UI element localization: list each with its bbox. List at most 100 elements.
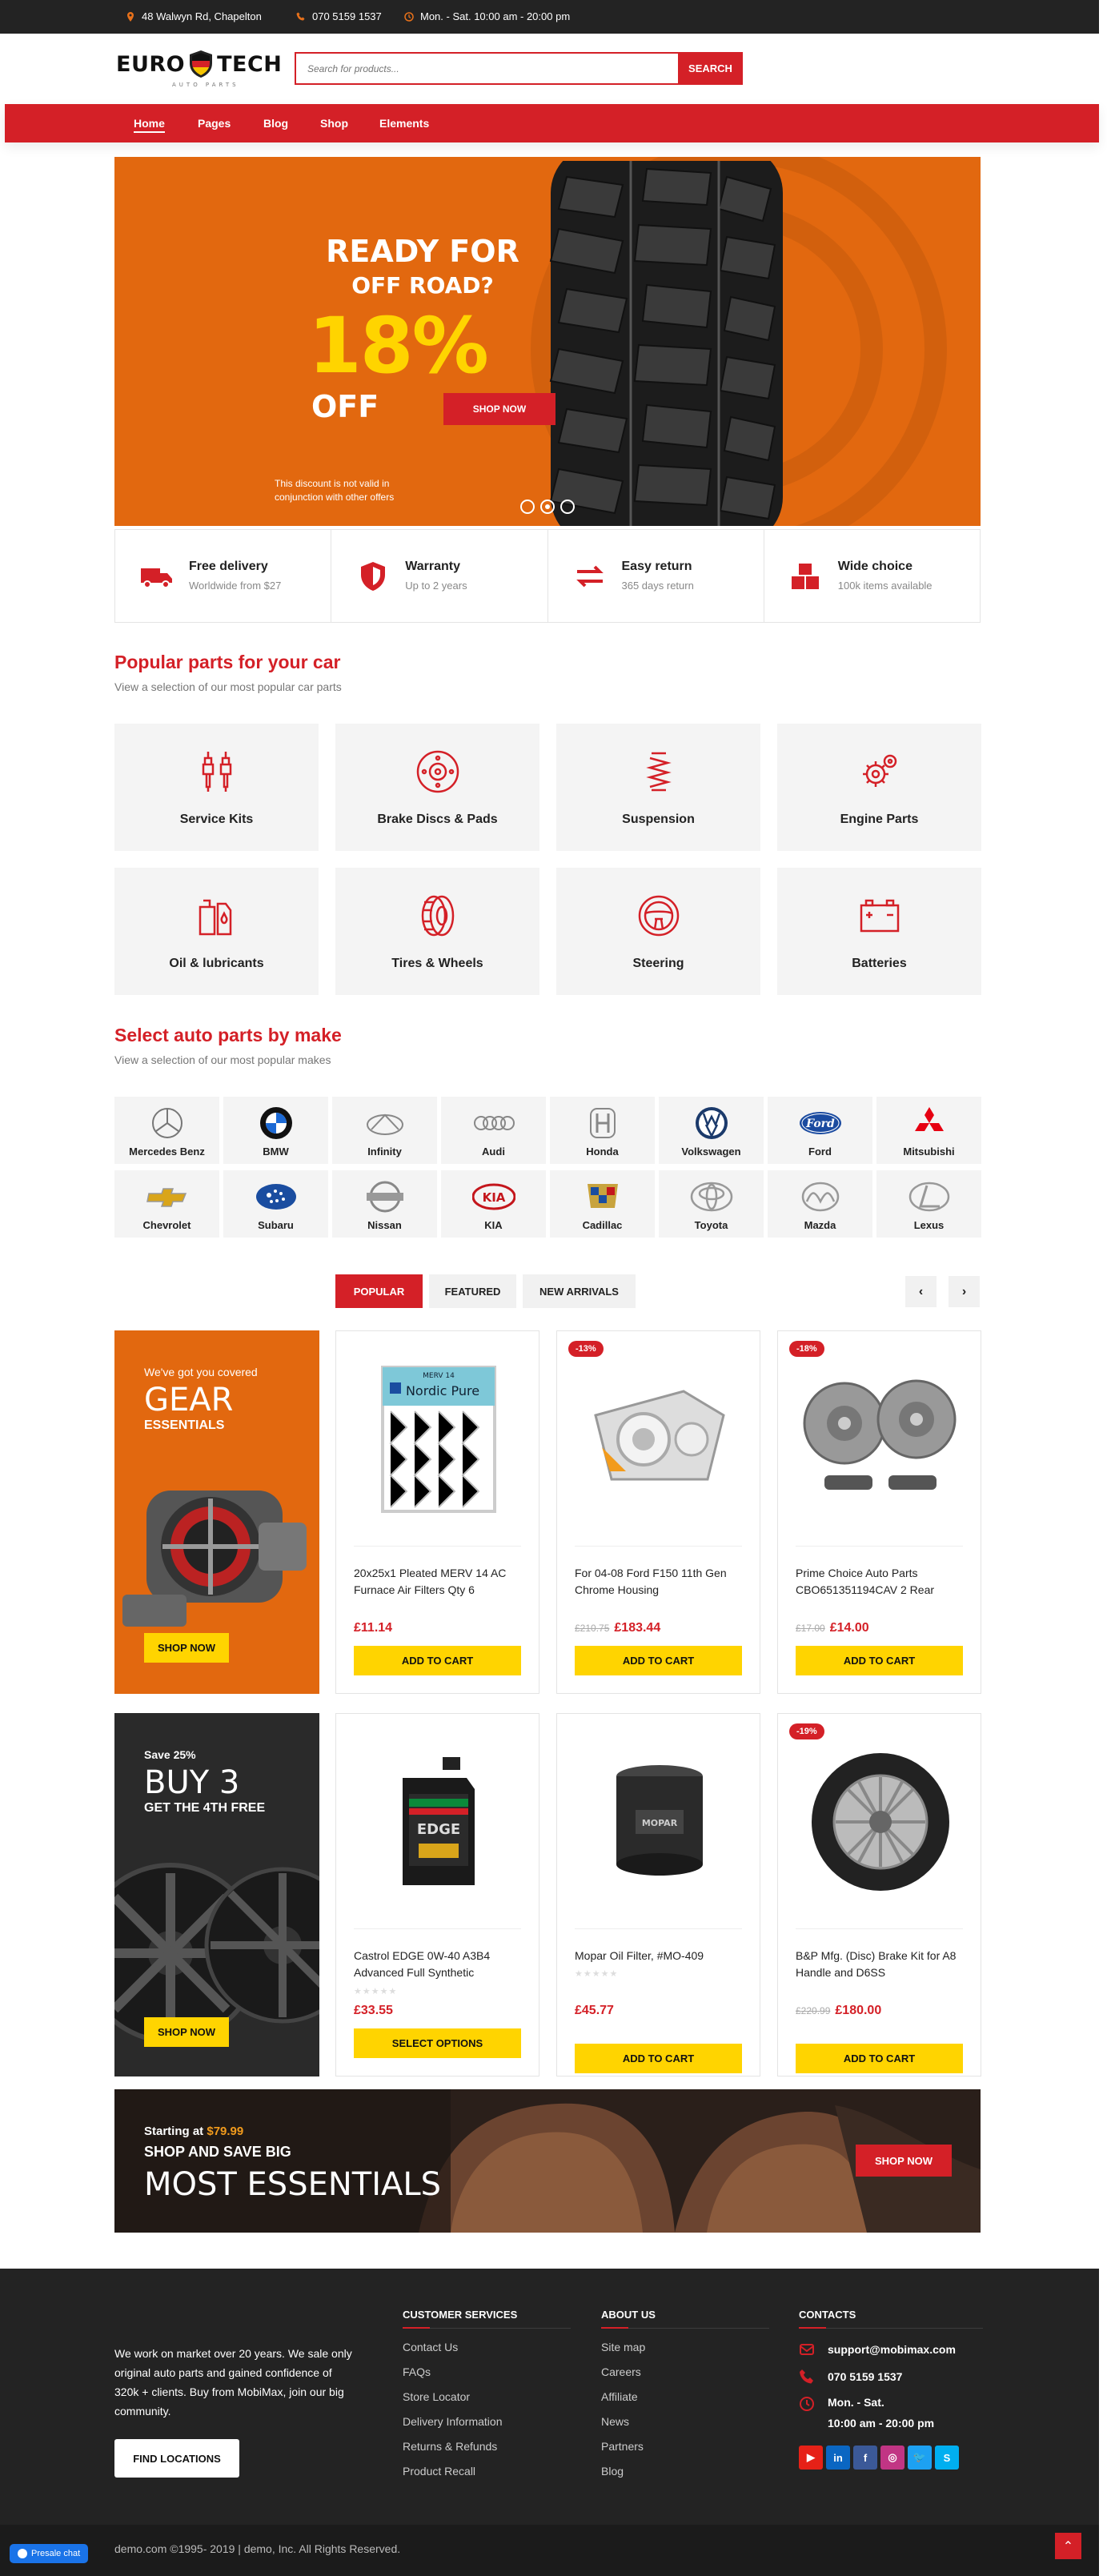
tab-new-arrivals[interactable]: NEW ARRIVALS [523, 1274, 636, 1308]
make-toyota[interactable]: Toyota [659, 1170, 764, 1238]
footer-link-news[interactable]: News [601, 2415, 769, 2428]
footer-link-delivery[interactable]: Delivery Information [403, 2415, 571, 2428]
instagram-icon[interactable]: ◎ [880, 2446, 904, 2470]
nav-item-blog[interactable]: Blog [263, 117, 288, 130]
promo-gear-essentials[interactable]: We've got you covered GEAR ESSENTIALS SH… [114, 1330, 319, 1694]
add-to-cart-button[interactable]: ADD TO CART [796, 2044, 963, 2073]
shield-icon [361, 561, 386, 591]
hero-slider[interactable]: READY FOR OFF ROAD? 18% OFF SHOP NOW Thi… [114, 157, 981, 526]
slider-dot[interactable] [520, 500, 535, 514]
category-tires-wheels[interactable]: Tires & Wheels [335, 868, 539, 995]
skype-icon[interactable]: S [935, 2446, 959, 2470]
nav-item-shop[interactable]: Shop [320, 117, 348, 130]
product-card[interactable]: EDGE Castrol EDGE 0W-40 A3B4 Advanced Fu… [335, 1713, 539, 2076]
footer-link-faqs[interactable]: FAQs [403, 2365, 571, 2378]
footer-link-store-locator[interactable]: Store Locator [403, 2390, 571, 2403]
promo-shop-now-button[interactable]: SHOP NOW [144, 2017, 229, 2047]
nav-item-pages[interactable]: Pages [198, 117, 231, 130]
product-name[interactable]: For 04-08 Ford F150 11th Gen Chrome Hous… [575, 1565, 744, 1599]
essentials-banner[interactable]: Starting at $79.99 SHOP AND SAVE BIG MOS… [114, 2089, 981, 2233]
make-kia[interactable]: KIA KIA [441, 1170, 546, 1238]
product-card[interactable]: -19% B&P Mfg. (Disc) Brake Kit for A8 Ha… [777, 1713, 981, 2076]
make-lexus[interactable]: Lexus [876, 1170, 981, 1238]
footer-link-blog[interactable]: Blog [601, 2465, 769, 2478]
category-batteries[interactable]: Batteries [777, 868, 981, 995]
footer-link-returns[interactable]: Returns & Refunds [403, 2440, 571, 2453]
footer-link-careers[interactable]: Careers [601, 2365, 769, 2378]
category-service-kits[interactable]: Service Kits [114, 724, 319, 851]
twitter-icon[interactable]: 🐦 [908, 2446, 932, 2470]
honda-logo-icon [589, 1108, 616, 1138]
add-to-cart-button[interactable]: ADD TO CART [575, 1646, 742, 1675]
make-mazda[interactable]: Mazda [768, 1170, 872, 1238]
product-name[interactable]: B&P Mfg. (Disc) Brake Kit for A8 Handle … [796, 1948, 965, 1981]
product-name[interactable]: Prime Choice Auto Parts CBO651351194CAV … [796, 1565, 965, 1599]
product-name[interactable]: Mopar Oil Filter, #MO-409 [575, 1948, 744, 1964]
current-price: £180.00 [835, 2004, 882, 2017]
find-locations-button[interactable]: FIND LOCATIONS [114, 2439, 239, 2478]
footer-phone[interactable]: 070 5159 1537 [799, 2369, 983, 2385]
suspension-spring-icon [645, 752, 672, 791]
footer-phone-text: 070 5159 1537 [828, 2370, 903, 2383]
facebook-icon[interactable]: f [853, 2446, 877, 2470]
promo-shop-now-button[interactable]: SHOP NOW [144, 1633, 229, 1663]
category-steering[interactable]: Steering [556, 868, 760, 995]
nav-item-elements[interactable]: Elements [379, 117, 429, 130]
make-chevrolet[interactable]: Chevrolet [114, 1170, 219, 1238]
nav-item-home[interactable]: Home [134, 117, 165, 133]
product-card[interactable]: MERV 14 Nordic Pure 20x25x1 Pleated MERV… [335, 1330, 539, 1694]
add-to-cart-button[interactable]: ADD TO CART [796, 1646, 963, 1675]
site-logo[interactable]: EURO TECH AUTO PARTS [116, 50, 282, 88]
footer-link-product-recall[interactable]: Product Recall [403, 2465, 571, 2478]
add-to-cart-button[interactable]: ADD TO CART [354, 1646, 521, 1675]
make-mercedes-benz[interactable]: Mercedes Benz [114, 1097, 219, 1164]
make-bmw[interactable]: BMW [223, 1097, 328, 1164]
footer-email[interactable]: support@mobimax.com [799, 2341, 983, 2357]
next-arrow-button[interactable]: › [949, 1276, 980, 1307]
product-card[interactable]: -18% Prime Choice Auto Parts CBO65135119… [777, 1330, 981, 1694]
tab-featured[interactable]: FEATURED [429, 1274, 516, 1308]
make-label: Toyota [694, 1219, 728, 1231]
make-volkswagen[interactable]: Volkswagen [659, 1097, 764, 1164]
product-card[interactable]: MOPAR Mopar Oil Filter, #MO-409 ★★★★★ £4… [556, 1713, 760, 2076]
product-name[interactable]: 20x25x1 Pleated MERV 14 AC Furnace Air F… [354, 1565, 523, 1599]
hero-discount: 18% [308, 301, 489, 391]
make-subaru[interactable]: Subaru [223, 1170, 328, 1238]
banner-shop-now-button[interactable]: SHOP NOW [856, 2145, 952, 2177]
make-honda[interactable]: Honda [550, 1097, 655, 1164]
search-input[interactable] [295, 52, 678, 85]
back-to-top-button[interactable]: ⌃ [1055, 2533, 1081, 2559]
category-oil-lubricants[interactable]: Oil & lubricants [114, 868, 319, 995]
slider-dot[interactable] [560, 500, 575, 514]
footer-link-contact-us[interactable]: Contact Us [403, 2341, 571, 2353]
product-card[interactable]: -13% For 04-08 Ford F150 11th Gen Chrome… [556, 1330, 760, 1694]
slider-dot-active[interactable] [540, 500, 555, 514]
phone-text[interactable]: 070 5159 1537 [312, 10, 382, 22]
feature-free-delivery: Free delivery Worldwide from $27 [115, 530, 332, 622]
tab-popular[interactable]: POPULAR [335, 1274, 423, 1308]
linkedin-icon[interactable]: in [826, 2446, 850, 2470]
promo-buy-3[interactable]: Save 25% BUY 3 GET THE 4TH FREE SHOP NOW [114, 1713, 319, 2076]
make-nissan[interactable]: Nissan [332, 1170, 437, 1238]
youtube-icon[interactable]: ▶ [799, 2446, 823, 2470]
make-audi[interactable]: Audi [441, 1097, 546, 1164]
phone-icon [800, 2369, 813, 2384]
hero-shop-now-button[interactable]: SHOP NOW [443, 393, 556, 425]
presale-chat-button[interactable]: Presale chat [10, 2544, 89, 2563]
select-options-button[interactable]: SELECT OPTIONS [354, 2028, 521, 2058]
make-ford[interactable]: Ford Ford [768, 1097, 872, 1164]
hero-subheadline: OFF ROAD? [351, 272, 494, 299]
add-to-cart-button[interactable]: ADD TO CART [575, 2044, 742, 2073]
product-name[interactable]: Castrol EDGE 0W-40 A3B4 Advanced Full Sy… [354, 1948, 523, 1981]
category-brake-discs[interactable]: Brake Discs & Pads [335, 724, 539, 851]
prev-arrow-button[interactable]: ‹ [905, 1276, 937, 1307]
category-suspension[interactable]: Suspension [556, 724, 760, 851]
make-mitsubishi[interactable]: Mitsubishi [876, 1097, 981, 1164]
footer-link-site-map[interactable]: Site map [601, 2341, 769, 2353]
footer-link-partners[interactable]: Partners [601, 2440, 769, 2453]
footer-link-affiliate[interactable]: Affiliate [601, 2390, 769, 2403]
category-engine-parts[interactable]: Engine Parts [777, 724, 981, 851]
make-cadillac[interactable]: Cadillac [550, 1170, 655, 1238]
search-button[interactable]: SEARCH [678, 52, 743, 85]
make-infinity[interactable]: Infinity [332, 1097, 437, 1164]
